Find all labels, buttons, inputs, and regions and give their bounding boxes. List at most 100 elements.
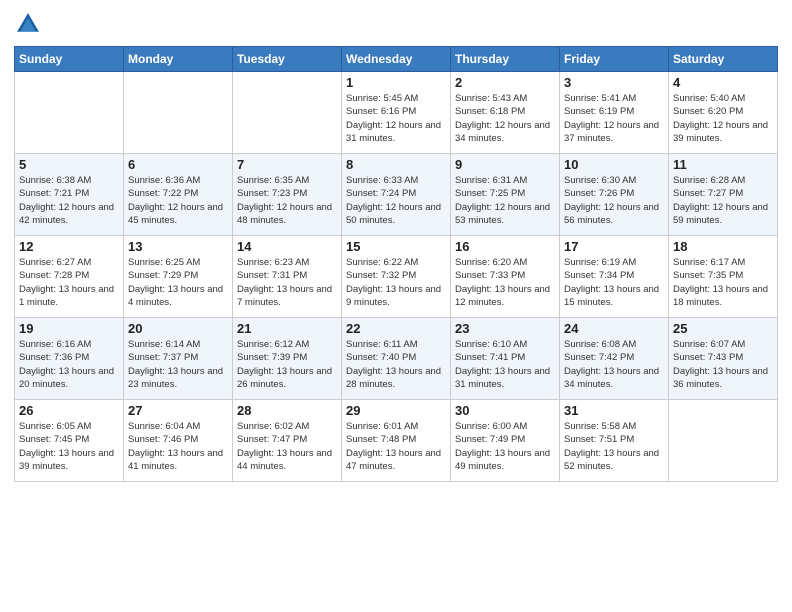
calendar-cell: 5 Sunrise: 6:38 AMSunset: 7:21 PMDaylight…: [15, 154, 124, 236]
day-number: 20: [128, 321, 228, 336]
calendar-cell: 21 Sunrise: 6:12 AMSunset: 7:39 PMDayligh…: [233, 318, 342, 400]
day-number: 27: [128, 403, 228, 418]
day-info: Sunrise: 5:43 AMSunset: 6:18 PMDaylight:…: [455, 92, 555, 145]
calendar-cell: [15, 72, 124, 154]
day-number: 16: [455, 239, 555, 254]
day-number: 15: [346, 239, 446, 254]
day-info: Sunrise: 6:10 AMSunset: 7:41 PMDaylight:…: [455, 338, 555, 391]
day-info: Sunrise: 5:41 AMSunset: 6:19 PMDaylight:…: [564, 92, 664, 145]
calendar-cell: 30Sunrise: 6:00 AMSunset: 7:49 PMDayligh…: [451, 400, 560, 482]
col-thursday: Thursday: [451, 47, 560, 72]
calendar-cell: 15 Sunrise: 6:22 AMSunset: 7:32 PMDayligh…: [342, 236, 451, 318]
calendar-cell: 17 Sunrise: 6:19 AMSunset: 7:34 PMDayligh…: [560, 236, 669, 318]
calendar-cell: [669, 400, 778, 482]
day-number: 19: [19, 321, 119, 336]
calendar-cell: 7 Sunrise: 6:35 AMSunset: 7:23 PMDaylight…: [233, 154, 342, 236]
calendar-cell: 14 Sunrise: 6:23 AMSunset: 7:31 PMDayligh…: [233, 236, 342, 318]
day-number: 11: [673, 157, 773, 172]
calendar-cell: 18 Sunrise: 6:17 AMSunset: 7:35 PMDayligh…: [669, 236, 778, 318]
calendar-cell: 19 Sunrise: 6:16 AMSunset: 7:36 PMDayligh…: [15, 318, 124, 400]
day-info: Sunrise: 6:17 AMSunset: 7:35 PMDaylight:…: [673, 256, 773, 309]
calendar-cell: 26 Sunrise: 6:05 AMSunset: 7:45 PMDayligh…: [15, 400, 124, 482]
day-number: 26: [19, 403, 119, 418]
day-number: 13: [128, 239, 228, 254]
col-saturday: Saturday: [669, 47, 778, 72]
day-info: Sunrise: 6:25 AMSunset: 7:29 PMDaylight:…: [128, 256, 228, 309]
day-info: Sunrise: 6:22 AMSunset: 7:32 PMDaylight:…: [346, 256, 446, 309]
calendar-cell: 16 Sunrise: 6:20 AMSunset: 7:33 PMDayligh…: [451, 236, 560, 318]
day-number: 4: [673, 75, 773, 90]
day-number: 8: [346, 157, 446, 172]
day-number: 31: [564, 403, 664, 418]
calendar-header-row: Sunday Monday Tuesday Wednesday Thursday…: [15, 47, 778, 72]
calendar-cell: 2 Sunrise: 5:43 AMSunset: 6:18 PMDaylight…: [451, 72, 560, 154]
calendar-cell: 28 Sunrise: 6:02 AMSunset: 7:47 PMDayligh…: [233, 400, 342, 482]
col-tuesday: Tuesday: [233, 47, 342, 72]
day-info: Sunrise: 6:11 AMSunset: 7:40 PMDaylight:…: [346, 338, 446, 391]
day-number: 5: [19, 157, 119, 172]
day-info: Sunrise: 5:58 AMSunset: 7:51 PMDaylight:…: [564, 420, 664, 473]
day-info: Sunrise: 6:01 AMSunset: 7:48 PMDaylight:…: [346, 420, 446, 473]
day-number: 6: [128, 157, 228, 172]
calendar-week-4: 26 Sunrise: 6:05 AMSunset: 7:45 PMDayligh…: [15, 400, 778, 482]
day-number: 21: [237, 321, 337, 336]
day-info: Sunrise: 6:36 AMSunset: 7:22 PMDaylight:…: [128, 174, 228, 227]
day-info: Sunrise: 5:40 AMSunset: 6:20 PMDaylight:…: [673, 92, 773, 145]
calendar-cell: 25Sunrise: 6:07 AMSunset: 7:43 PMDayligh…: [669, 318, 778, 400]
calendar-cell: 12 Sunrise: 6:27 AMSunset: 7:28 PMDayligh…: [15, 236, 124, 318]
day-info: Sunrise: 6:33 AMSunset: 7:24 PMDaylight:…: [346, 174, 446, 227]
calendar-cell: 11 Sunrise: 6:28 AMSunset: 7:27 PMDayligh…: [669, 154, 778, 236]
day-info: Sunrise: 6:30 AMSunset: 7:26 PMDaylight:…: [564, 174, 664, 227]
day-number: 23: [455, 321, 555, 336]
calendar-cell: 23 Sunrise: 6:10 AMSunset: 7:41 PMDayligh…: [451, 318, 560, 400]
day-info: Sunrise: 6:38 AMSunset: 7:21 PMDaylight:…: [19, 174, 119, 227]
day-number: 3: [564, 75, 664, 90]
day-number: 18: [673, 239, 773, 254]
day-number: 12: [19, 239, 119, 254]
calendar-cell: 31 Sunrise: 5:58 AMSunset: 7:51 PMDayligh…: [560, 400, 669, 482]
calendar-cell: 27 Sunrise: 6:04 AMSunset: 7:46 PMDayligh…: [124, 400, 233, 482]
calendar-cell: 8 Sunrise: 6:33 AMSunset: 7:24 PMDaylight…: [342, 154, 451, 236]
day-info: Sunrise: 6:20 AMSunset: 7:33 PMDaylight:…: [455, 256, 555, 309]
day-info: Sunrise: 6:04 AMSunset: 7:46 PMDaylight:…: [128, 420, 228, 473]
calendar-cell: 24Sunrise: 6:08 AMSunset: 7:42 PMDayligh…: [560, 318, 669, 400]
calendar-cell: 9 Sunrise: 6:31 AMSunset: 7:25 PMDaylight…: [451, 154, 560, 236]
calendar-cell: [124, 72, 233, 154]
day-info: Sunrise: 6:23 AMSunset: 7:31 PMDaylight:…: [237, 256, 337, 309]
day-number: 7: [237, 157, 337, 172]
day-info: Sunrise: 6:08 AMSunset: 7:42 PMDaylight:…: [564, 338, 664, 391]
day-number: 28: [237, 403, 337, 418]
col-friday: Friday: [560, 47, 669, 72]
day-info: Sunrise: 6:07 AMSunset: 7:43 PMDaylight:…: [673, 338, 773, 391]
calendar-cell: 10Sunrise: 6:30 AMSunset: 7:26 PMDayligh…: [560, 154, 669, 236]
day-number: 17: [564, 239, 664, 254]
calendar-week-2: 12 Sunrise: 6:27 AMSunset: 7:28 PMDayligh…: [15, 236, 778, 318]
day-number: 2: [455, 75, 555, 90]
day-info: Sunrise: 6:35 AMSunset: 7:23 PMDaylight:…: [237, 174, 337, 227]
logo-icon: [14, 10, 42, 38]
day-info: Sunrise: 6:12 AMSunset: 7:39 PMDaylight:…: [237, 338, 337, 391]
calendar-cell: 1 Sunrise: 5:45 AMSunset: 6:16 PMDaylight…: [342, 72, 451, 154]
calendar-cell: [233, 72, 342, 154]
calendar-week-0: 1 Sunrise: 5:45 AMSunset: 6:16 PMDaylight…: [15, 72, 778, 154]
day-number: 9: [455, 157, 555, 172]
day-number: 30: [455, 403, 555, 418]
header: [14, 10, 778, 38]
day-info: Sunrise: 6:31 AMSunset: 7:25 PMDaylight:…: [455, 174, 555, 227]
calendar-week-3: 19 Sunrise: 6:16 AMSunset: 7:36 PMDayligh…: [15, 318, 778, 400]
page: Sunday Monday Tuesday Wednesday Thursday…: [0, 0, 792, 612]
day-info: Sunrise: 6:27 AMSunset: 7:28 PMDaylight:…: [19, 256, 119, 309]
day-number: 1: [346, 75, 446, 90]
day-info: Sunrise: 6:05 AMSunset: 7:45 PMDaylight:…: [19, 420, 119, 473]
calendar-cell: 4 Sunrise: 5:40 AMSunset: 6:20 PMDaylight…: [669, 72, 778, 154]
day-number: 14: [237, 239, 337, 254]
col-sunday: Sunday: [15, 47, 124, 72]
calendar-cell: 6 Sunrise: 6:36 AMSunset: 7:22 PMDaylight…: [124, 154, 233, 236]
day-number: 22: [346, 321, 446, 336]
day-info: Sunrise: 6:02 AMSunset: 7:47 PMDaylight:…: [237, 420, 337, 473]
day-info: Sunrise: 6:28 AMSunset: 7:27 PMDaylight:…: [673, 174, 773, 227]
day-info: Sunrise: 6:16 AMSunset: 7:36 PMDaylight:…: [19, 338, 119, 391]
day-info: Sunrise: 5:45 AMSunset: 6:16 PMDaylight:…: [346, 92, 446, 145]
calendar-cell: 20Sunrise: 6:14 AMSunset: 7:37 PMDayligh…: [124, 318, 233, 400]
day-info: Sunrise: 6:19 AMSunset: 7:34 PMDaylight:…: [564, 256, 664, 309]
